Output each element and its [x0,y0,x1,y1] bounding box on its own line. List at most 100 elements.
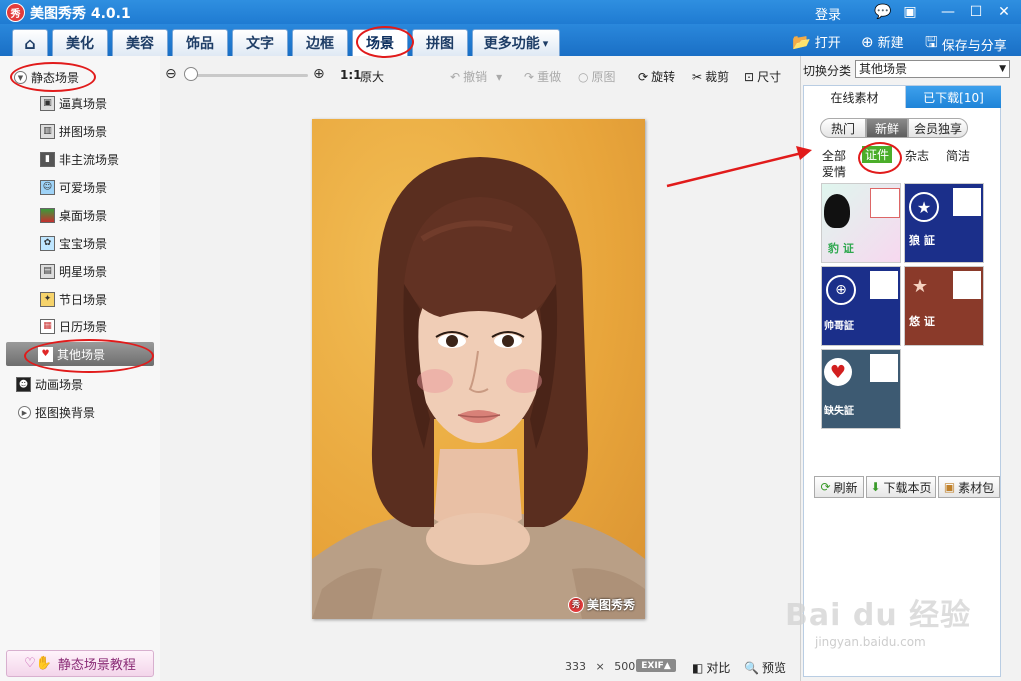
tree-node-cutout-background[interactable]: ▶ 抠图换背景 [18,404,95,421]
redo-button[interactable]: ↷ 重做 [524,68,561,85]
material-thumb-5[interactable]: ♥ 缺失証 [821,349,901,429]
filter-simple[interactable]: 简洁 [946,147,970,164]
tab-accessories[interactable]: 饰品 [172,29,228,56]
tab-collage[interactable]: 拼图 [412,29,468,56]
package-icon: ▣ [943,480,956,494]
sidebar-item-other[interactable]: ♥ 其他场景 [6,342,154,366]
feedback-icon[interactable]: 💬 [872,2,894,22]
sidebar-item-celebrity[interactable]: ▤ 明星场景 [40,261,107,281]
filter-magazine[interactable]: 杂志 [905,147,929,164]
maximize-button[interactable]: ☐ [965,2,987,22]
main-menu-bar: ⌂ 美化 美容 饰品 文字 边框 场景 拼图 更多功能 ▾ 📂 打开 ⊕ 新建 … [0,24,1021,58]
redo-icon: ↷ [524,69,535,84]
download-page-button[interactable]: ⬇ 下载本页 [866,476,936,498]
undo-label: 撤销 [463,70,488,84]
portrait-photo[interactable]: 秀 美图秀秀 [312,119,645,619]
photo-slot [870,271,898,299]
sidebar-item-desktop[interactable]: 桌面场景 [40,205,107,225]
crop-button[interactable]: ✂ 裁剪 [692,68,729,85]
actual-size-ratio[interactable]: 1:1 [340,68,362,82]
minimize-button[interactable]: — [937,2,959,22]
compare-label: 对比 [706,661,731,675]
resize-button[interactable]: ⊡ 尺寸 [744,68,781,85]
sidebar-item-festival[interactable]: ✦ 节日场景 [40,289,107,309]
circle-icon: ○ [578,69,589,84]
tab-more-features[interactable]: 更多功能 ▾ [472,29,560,56]
sidebar-item-calendar[interactable]: ▦ 日历场景 [40,316,107,336]
original-image-button[interactable]: ○ 原图 [578,68,616,85]
close-button[interactable]: ✕ [993,2,1015,22]
download-icon: ⬇ [870,480,881,494]
material-thumb-2[interactable]: ★ 狼 証 [904,183,984,263]
image-toolbar: ⊖ ⊕ 1:1 原大 ↶ 撤销 ▾ ↷ 重做 ○ 原图 ⟳ 旋转 ✂ 裁剪 ⊡ … [160,56,800,94]
zoom-in-icon[interactable]: ⊕ [313,66,325,82]
material-pack-button[interactable]: ▣ 素材包 [938,476,1000,498]
app-title: 美图秀秀 4.0.1 [30,6,131,22]
exif-button[interactable]: EXIF▲ [636,659,676,672]
tree-node-static-scenes[interactable]: ▼ 静态场景 [14,69,79,86]
tab-online-materials[interactable]: 在线素材 [804,86,906,108]
new-button[interactable]: ⊕ 新建 [861,32,904,52]
preview-label: 预览 [761,661,786,675]
tree-node-animated-scenes[interactable]: ☻ 动画场景 [16,376,83,393]
tab-makeup[interactable]: 美容 [112,29,168,56]
static-scene-tutorial-button[interactable]: ♡✋ 静态场景教程 [6,650,154,677]
sidebar-item-cute[interactable]: ☺ 可爱场景 [40,177,107,197]
rotate-button[interactable]: ⟳ 旋转 [638,68,675,85]
material-thumb-4[interactable]: ★ 悠 证 [904,266,984,346]
material-thumb-1[interactable]: 豹 证 [821,183,901,263]
login-link[interactable]: 登录 [815,4,841,23]
scene-thumb-icon: ▮ [40,151,55,167]
refresh-label: 刷新 [833,480,858,495]
thumb-caption: 狼 証 [909,234,935,247]
skin-icon[interactable]: ▣ [899,2,921,22]
scene-thumb-icon: ▥ [40,123,55,139]
sidebar-item-baby[interactable]: ✿ 宝宝场景 [40,233,107,253]
sidebar-item-label: 非主流场景 [59,152,120,167]
tutorial-label: 静态场景教程 [57,658,136,673]
zoom-out-icon[interactable]: ⊖ [165,66,177,82]
refresh-button[interactable]: ⟳ 刷新 [814,476,864,498]
save-share-button[interactable]: 🖫 保存与分享 [925,32,1007,57]
compare-button[interactable]: ◧ 对比 [692,659,730,676]
chevron-down-icon[interactable]: ▾ [496,70,502,84]
tab-beautify[interactable]: 美化 [52,29,108,56]
filter-all[interactable]: 全部 [822,147,846,164]
tab-downloaded[interactable]: 已下载[10] [906,86,1001,108]
tab-frame[interactable]: 边框 [292,29,348,56]
segment-hot[interactable]: 热门 [820,118,866,138]
category-select[interactable]: 其他场景 ▼ [855,60,1010,78]
app-logo: 秀 [6,3,25,22]
tab-text[interactable]: 文字 [232,29,288,56]
silhouette-graphic [824,194,850,228]
open-button[interactable]: 📂 打开 [792,32,841,52]
photo-slot [953,188,981,216]
material-thumb-3[interactable]: ⊕ 帅哥証 [821,266,901,346]
zoom-slider-track[interactable] [190,74,308,77]
rotate-label: 旋转 [651,70,676,84]
crop-label: 裁剪 [705,70,730,84]
filter-love[interactable]: 爱情 [822,163,846,180]
collapse-icon: ▼ [14,71,27,84]
photo-slot [953,271,981,299]
segment-vip[interactable]: 会员独享 [908,118,968,138]
home-tab[interactable]: ⌂ [12,29,48,56]
zoom-slider-handle[interactable] [184,67,198,81]
category-select-value: 其他场景 [859,62,908,76]
preview-button[interactable]: 🔍 预览 [744,659,786,676]
undo-button[interactable]: ↶ 撤销 ▾ [450,68,502,85]
original-label: 原图 [591,70,616,84]
tab-scene[interactable]: 场景 [352,29,408,56]
resize-icon: ⊡ [744,69,755,84]
sidebar-item-collage[interactable]: ▥ 拼图场景 [40,121,107,141]
filter-id-card[interactable]: 证件 [862,146,893,163]
refresh-icon: ⟳ [820,480,831,494]
sidebar-item-label: 桌面场景 [59,208,108,223]
hand-heart-icon: ♡✋ [24,656,52,671]
segment-new[interactable]: 新鲜 [866,118,908,138]
original-size-button[interactable]: 原大 [360,68,384,85]
thumb-caption: 帅哥証 [824,321,854,332]
sidebar-item-realistic[interactable]: ▣ 逼真场景 [40,93,107,113]
folder-icon: 📂 [792,32,811,51]
sidebar-item-alternative[interactable]: ▮ 非主流场景 [40,149,119,169]
